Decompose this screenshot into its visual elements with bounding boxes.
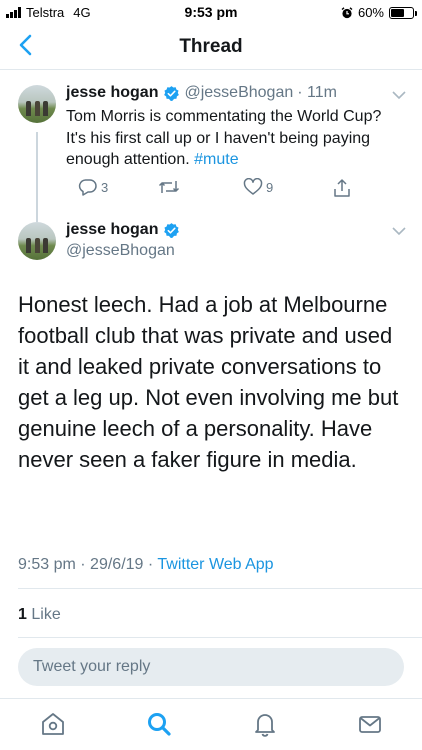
- author-name-row: jesse hogan: [66, 221, 184, 239]
- author-handle[interactable]: @jesseBhogan: [184, 84, 293, 102]
- divider: [18, 637, 422, 638]
- share-button[interactable]: [332, 178, 352, 198]
- like-button[interactable]: 9: [243, 178, 273, 196]
- nav-bar: Thread: [0, 24, 422, 70]
- tweet-header: jesse hogan @jesseBhogan · 11m: [66, 84, 337, 102]
- notifications-icon[interactable]: [252, 711, 278, 737]
- battery-percent: 60%: [357, 5, 384, 20]
- tweet-meta: 9:53 pm · 29/6/19 · Twitter Web App: [18, 556, 274, 573]
- hashtag-link[interactable]: #mute: [194, 151, 238, 168]
- tab-bar: [0, 698, 422, 750]
- avatar[interactable]: [18, 85, 56, 123]
- avatar[interactable]: [18, 222, 56, 260]
- alarm-icon: [341, 6, 353, 18]
- home-icon[interactable]: [40, 711, 66, 737]
- reply-icon: [78, 179, 97, 196]
- tweet-time: 9:53 pm: [18, 556, 76, 573]
- retweet-button[interactable]: [158, 178, 183, 196]
- tweet-text: Honest leech. Had a job at Melbourne foo…: [18, 292, 399, 472]
- share-icon: [334, 179, 350, 197]
- reply-input[interactable]: Tweet your reply: [18, 648, 404, 686]
- tweet-actions: 3 9: [66, 178, 366, 198]
- author-handle[interactable]: @jesseBhogan: [66, 242, 175, 260]
- thread-connector: [36, 132, 38, 222]
- reply-button[interactable]: 3: [78, 178, 108, 196]
- likes-count: 1: [18, 606, 27, 623]
- tweet-age: · 11m: [297, 84, 337, 101]
- battery-icon: [389, 6, 417, 19]
- divider: [18, 588, 422, 589]
- author-name[interactable]: jesse hogan: [66, 221, 158, 239]
- chevron-down-icon[interactable]: [390, 224, 408, 238]
- retweet-icon: [158, 181, 180, 193]
- tweet-date: 29/6/19: [90, 556, 144, 573]
- battery-info: 60%: [341, 5, 417, 20]
- likes-label: Like: [31, 606, 61, 623]
- likes-summary[interactable]: 1 Like: [18, 606, 61, 624]
- reply-count: 3: [101, 179, 109, 195]
- tweet-text: Tom Morris is commentating the World Cup…: [66, 106, 391, 171]
- like-count: 9: [266, 179, 274, 195]
- verified-badge-icon: [164, 222, 180, 238]
- author-name[interactable]: jesse hogan: [66, 84, 158, 102]
- chevron-down-icon[interactable]: [390, 88, 408, 102]
- search-icon[interactable]: [146, 711, 172, 737]
- verified-badge-icon: [164, 85, 180, 101]
- tweet-source[interactable]: Twitter Web App: [157, 556, 273, 573]
- heart-icon: [243, 178, 263, 195]
- reply-placeholder: Tweet your reply: [33, 658, 151, 675]
- messages-icon[interactable]: [357, 711, 383, 737]
- page-title: Thread: [179, 36, 243, 57]
- status-bar: Telstra 4G 9:53 pm 60%: [0, 0, 422, 24]
